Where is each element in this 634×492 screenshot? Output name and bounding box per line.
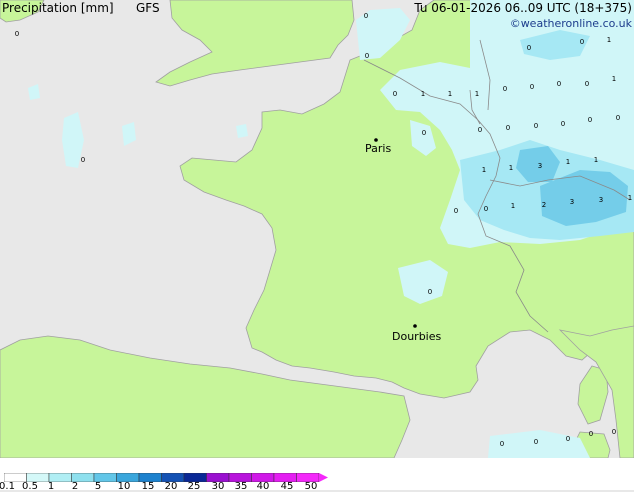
- precip-value: 0: [365, 52, 369, 60]
- scale-tick-label: 30: [211, 481, 225, 492]
- precip-value: 0: [561, 120, 565, 128]
- precip-value: 1: [421, 90, 425, 98]
- precip-value: 2: [542, 201, 546, 209]
- precip-value: 0: [612, 428, 616, 436]
- precip-value: 1: [612, 75, 616, 83]
- model-name: GFS: [136, 1, 160, 15]
- precip-value: 1: [475, 90, 479, 98]
- precip-value: 3: [570, 198, 574, 206]
- precip-value: 1: [511, 202, 515, 210]
- precip-value: 0: [503, 85, 507, 93]
- precip-value: 1: [594, 156, 598, 164]
- precip-value: 0: [588, 116, 592, 124]
- precip-value: 0: [422, 129, 426, 137]
- precip-value: 0: [478, 126, 482, 134]
- precip-value: 0: [364, 12, 368, 20]
- credit-link[interactable]: ©weatheronline.co.uk: [510, 17, 632, 30]
- precip-value: 1: [607, 36, 611, 44]
- scale-tick-label: 2: [71, 481, 79, 492]
- precip-value: 0: [589, 430, 593, 438]
- precip-value: 0: [585, 80, 589, 88]
- scale-tick-label: 35: [234, 481, 248, 492]
- precip-value: 1: [566, 158, 570, 166]
- precip-value: 1: [509, 164, 513, 172]
- precip-value: 0: [15, 30, 19, 38]
- precip-value: 0: [484, 205, 488, 213]
- precip-value: 0: [616, 114, 620, 122]
- precip-value: 3: [538, 162, 542, 170]
- scale-tick-label: 10: [117, 481, 131, 492]
- scale-tick-label: 50: [304, 481, 318, 492]
- precip-value: 0: [428, 288, 432, 296]
- precip-value: 0: [530, 83, 534, 91]
- precip-value: 0: [454, 207, 458, 215]
- precipitation-map: Paris Dourbies 0 0 0 0 0 1 1 1 0 0 0 1 0…: [0, 0, 634, 458]
- city-dot-dourbies: [413, 324, 417, 328]
- precip-area: [236, 124, 248, 138]
- city-label-paris: Paris: [365, 142, 391, 155]
- forecast-datetime: Tu 06-01-2026 06..09 UTC (18+375): [414, 1, 632, 15]
- precip-value: 1: [482, 166, 486, 174]
- scale-tick-label: 0.5: [22, 481, 38, 492]
- precip-value: 0: [580, 38, 584, 46]
- scale-tick-label: 25: [187, 481, 201, 492]
- city-label-dourbies: Dourbies: [392, 330, 442, 343]
- precip-value: 0: [393, 90, 397, 98]
- scale-tick-label: 40: [256, 481, 270, 492]
- precip-value: 1: [628, 194, 632, 202]
- precip-value: 0: [534, 122, 538, 130]
- scale-tick-label: 15: [141, 481, 155, 492]
- precip-value: 0: [506, 124, 510, 132]
- precip-value: 0: [566, 435, 570, 443]
- precip-value: 0: [81, 156, 85, 164]
- precip-value: 0: [500, 440, 504, 448]
- precip-value: 1: [448, 90, 452, 98]
- legend-title: Precipitation [mm]: [2, 1, 114, 15]
- precip-value: 0: [527, 44, 531, 52]
- scale-tick-label: 5: [94, 481, 102, 492]
- scale-tick-label: 0.1: [0, 481, 15, 492]
- scale-arrow: [319, 473, 328, 482]
- precip-value: 0: [534, 438, 538, 446]
- scale-tick-label: 1: [47, 481, 55, 492]
- scale-tick-label: 45: [280, 481, 294, 492]
- precip-value: 3: [599, 196, 603, 204]
- scale-tick-label: 20: [164, 481, 178, 492]
- precip-value: 0: [557, 80, 561, 88]
